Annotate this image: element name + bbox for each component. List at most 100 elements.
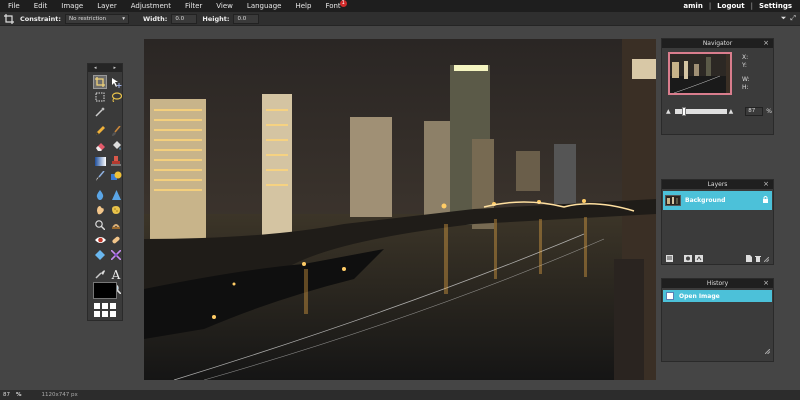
primary-color-swatch[interactable] bbox=[93, 282, 117, 299]
clone-stamp-tool[interactable] bbox=[109, 154, 123, 168]
settings-link[interactable]: Settings bbox=[756, 2, 795, 10]
history-header: History × bbox=[662, 279, 773, 288]
paint-bucket-tool[interactable] bbox=[109, 139, 123, 153]
resize-icon[interactable] bbox=[763, 247, 770, 266]
w-label: W: bbox=[742, 76, 750, 83]
toolbox: ◂ ▸ A bbox=[87, 63, 123, 321]
menu-edit[interactable]: Edit bbox=[27, 2, 55, 10]
layer-settings-icon[interactable] bbox=[666, 247, 673, 266]
arrow-right-icon[interactable]: ▸ bbox=[113, 65, 116, 71]
zoom-slider[interactable] bbox=[674, 106, 727, 116]
delete-layer-icon[interactable] bbox=[755, 247, 761, 266]
gradient-tool[interactable] bbox=[93, 154, 107, 168]
navigator-coordinates: X: Y: W: H: bbox=[742, 54, 750, 92]
constraint-label: Constraint: bbox=[20, 14, 61, 23]
navigator-panel: Navigator × X: Y: W: H: ▲ ▲ 87 % bbox=[661, 38, 774, 135]
resize-icon[interactable] bbox=[764, 339, 771, 358]
sponge-tool[interactable] bbox=[109, 203, 123, 217]
font-notification-badge: 1 bbox=[339, 0, 347, 7]
menu-image[interactable]: Image bbox=[54, 2, 90, 10]
constraint-select[interactable]: No restriction ▾ bbox=[65, 13, 129, 24]
tool-grid: A bbox=[88, 72, 122, 296]
layers-panel: Layers × Background bbox=[661, 179, 774, 265]
toolbox-header[interactable]: ◂ ▸ bbox=[88, 64, 122, 72]
crop-icon bbox=[3, 13, 15, 25]
layer-thumbnail bbox=[665, 195, 681, 206]
history-panel: History × Open Image bbox=[661, 278, 774, 362]
menu-file[interactable]: File bbox=[0, 2, 27, 10]
pencil-tool[interactable] bbox=[93, 124, 107, 138]
move-tool[interactable] bbox=[109, 75, 123, 89]
history-item-label: Open Image bbox=[679, 292, 720, 300]
image-canvas[interactable] bbox=[144, 39, 656, 380]
sharpen-tool[interactable] bbox=[109, 188, 123, 202]
height-label: Height: bbox=[202, 14, 230, 23]
empty-slot bbox=[109, 105, 123, 119]
width-field[interactable]: 0.0 bbox=[171, 13, 198, 24]
color-picker-tool[interactable] bbox=[93, 267, 107, 281]
close-icon[interactable]: × bbox=[763, 180, 769, 189]
zoom-unit: % bbox=[766, 107, 772, 115]
zoom-control: ▲ ▲ 87 % bbox=[666, 106, 772, 116]
magic-wand-tool[interactable] bbox=[93, 105, 107, 119]
fullscreen-icon[interactable]: ⤢ bbox=[790, 14, 796, 23]
width-label: Width: bbox=[143, 14, 168, 23]
y-label: Y: bbox=[742, 62, 747, 69]
height-field[interactable]: 0.0 bbox=[233, 13, 260, 24]
navigator-thumbnail[interactable] bbox=[668, 52, 732, 95]
navigator-preview bbox=[670, 54, 730, 93]
separator: | bbox=[750, 2, 753, 10]
pinch-tool[interactable] bbox=[109, 248, 123, 262]
status-zoom-value[interactable]: 87 bbox=[0, 392, 12, 398]
zoom-input[interactable]: 87 bbox=[745, 106, 764, 116]
layer-row[interactable]: Background bbox=[663, 191, 772, 210]
drawing-tool[interactable] bbox=[109, 169, 123, 183]
city-night-photo bbox=[144, 39, 656, 380]
arrow-left-icon[interactable]: ◂ bbox=[94, 65, 97, 71]
menu-layer[interactable]: Layer bbox=[90, 2, 124, 10]
color-replace-tool[interactable] bbox=[93, 169, 107, 183]
blur-tool[interactable] bbox=[93, 188, 107, 202]
menu-help[interactable]: Help bbox=[288, 2, 318, 10]
chevron-down-icon: ▾ bbox=[122, 15, 125, 22]
menu-view[interactable]: View bbox=[209, 2, 240, 10]
separator: | bbox=[708, 2, 712, 10]
marquee-tool[interactable] bbox=[93, 90, 107, 104]
layer-mask-icon[interactable] bbox=[684, 247, 692, 266]
burn-tool[interactable] bbox=[109, 218, 123, 232]
new-layer-icon[interactable] bbox=[746, 247, 752, 266]
constraint-value: No restriction bbox=[69, 15, 107, 22]
menu-language[interactable]: Language bbox=[240, 2, 289, 10]
zoom-slider-handle[interactable] bbox=[681, 106, 686, 116]
spot-heal-tool[interactable] bbox=[109, 233, 123, 247]
navigator-header: Navigator × bbox=[662, 39, 773, 48]
zoom-out-icon[interactable]: ▲ bbox=[666, 108, 671, 115]
tool-options-bar: Constraint: No restriction ▾ Width: 0.0 … bbox=[0, 12, 800, 26]
menu-bar: File Edit Image Layer Adjustment Filter … bbox=[0, 0, 800, 12]
close-icon[interactable]: × bbox=[763, 39, 769, 48]
brush-tool[interactable] bbox=[109, 124, 123, 138]
zoom-in-icon[interactable]: ▲ bbox=[729, 108, 734, 115]
window-controls: ⏷ ⤢ bbox=[781, 14, 800, 23]
lock-icon[interactable] bbox=[763, 196, 768, 205]
bloat-tool[interactable] bbox=[93, 248, 107, 262]
history-item[interactable]: Open Image bbox=[663, 290, 772, 302]
dodge-tool[interactable] bbox=[93, 218, 107, 232]
menu-adjustment[interactable]: Adjustment bbox=[124, 2, 178, 10]
lasso-tool[interactable] bbox=[109, 90, 123, 104]
eraser-tool[interactable] bbox=[93, 139, 107, 153]
close-icon[interactable]: × bbox=[763, 279, 769, 288]
crop-tool[interactable] bbox=[93, 75, 107, 89]
svg-text:A: A bbox=[111, 269, 121, 280]
swatches-grid-icon[interactable] bbox=[94, 303, 116, 317]
logout-link[interactable]: Logout bbox=[714, 2, 747, 10]
h-label: H: bbox=[742, 84, 749, 91]
red-eye-tool[interactable] bbox=[93, 233, 107, 247]
layers-header: Layers × bbox=[662, 180, 773, 189]
collapse-icon[interactable]: ⏷ bbox=[781, 14, 787, 23]
layer-effects-icon[interactable] bbox=[695, 247, 703, 266]
type-tool[interactable]: A bbox=[109, 267, 123, 281]
menu-filter[interactable]: Filter bbox=[178, 2, 209, 10]
menu-font[interactable]: Font 1 bbox=[318, 0, 347, 10]
smudge-tool[interactable] bbox=[93, 203, 107, 217]
